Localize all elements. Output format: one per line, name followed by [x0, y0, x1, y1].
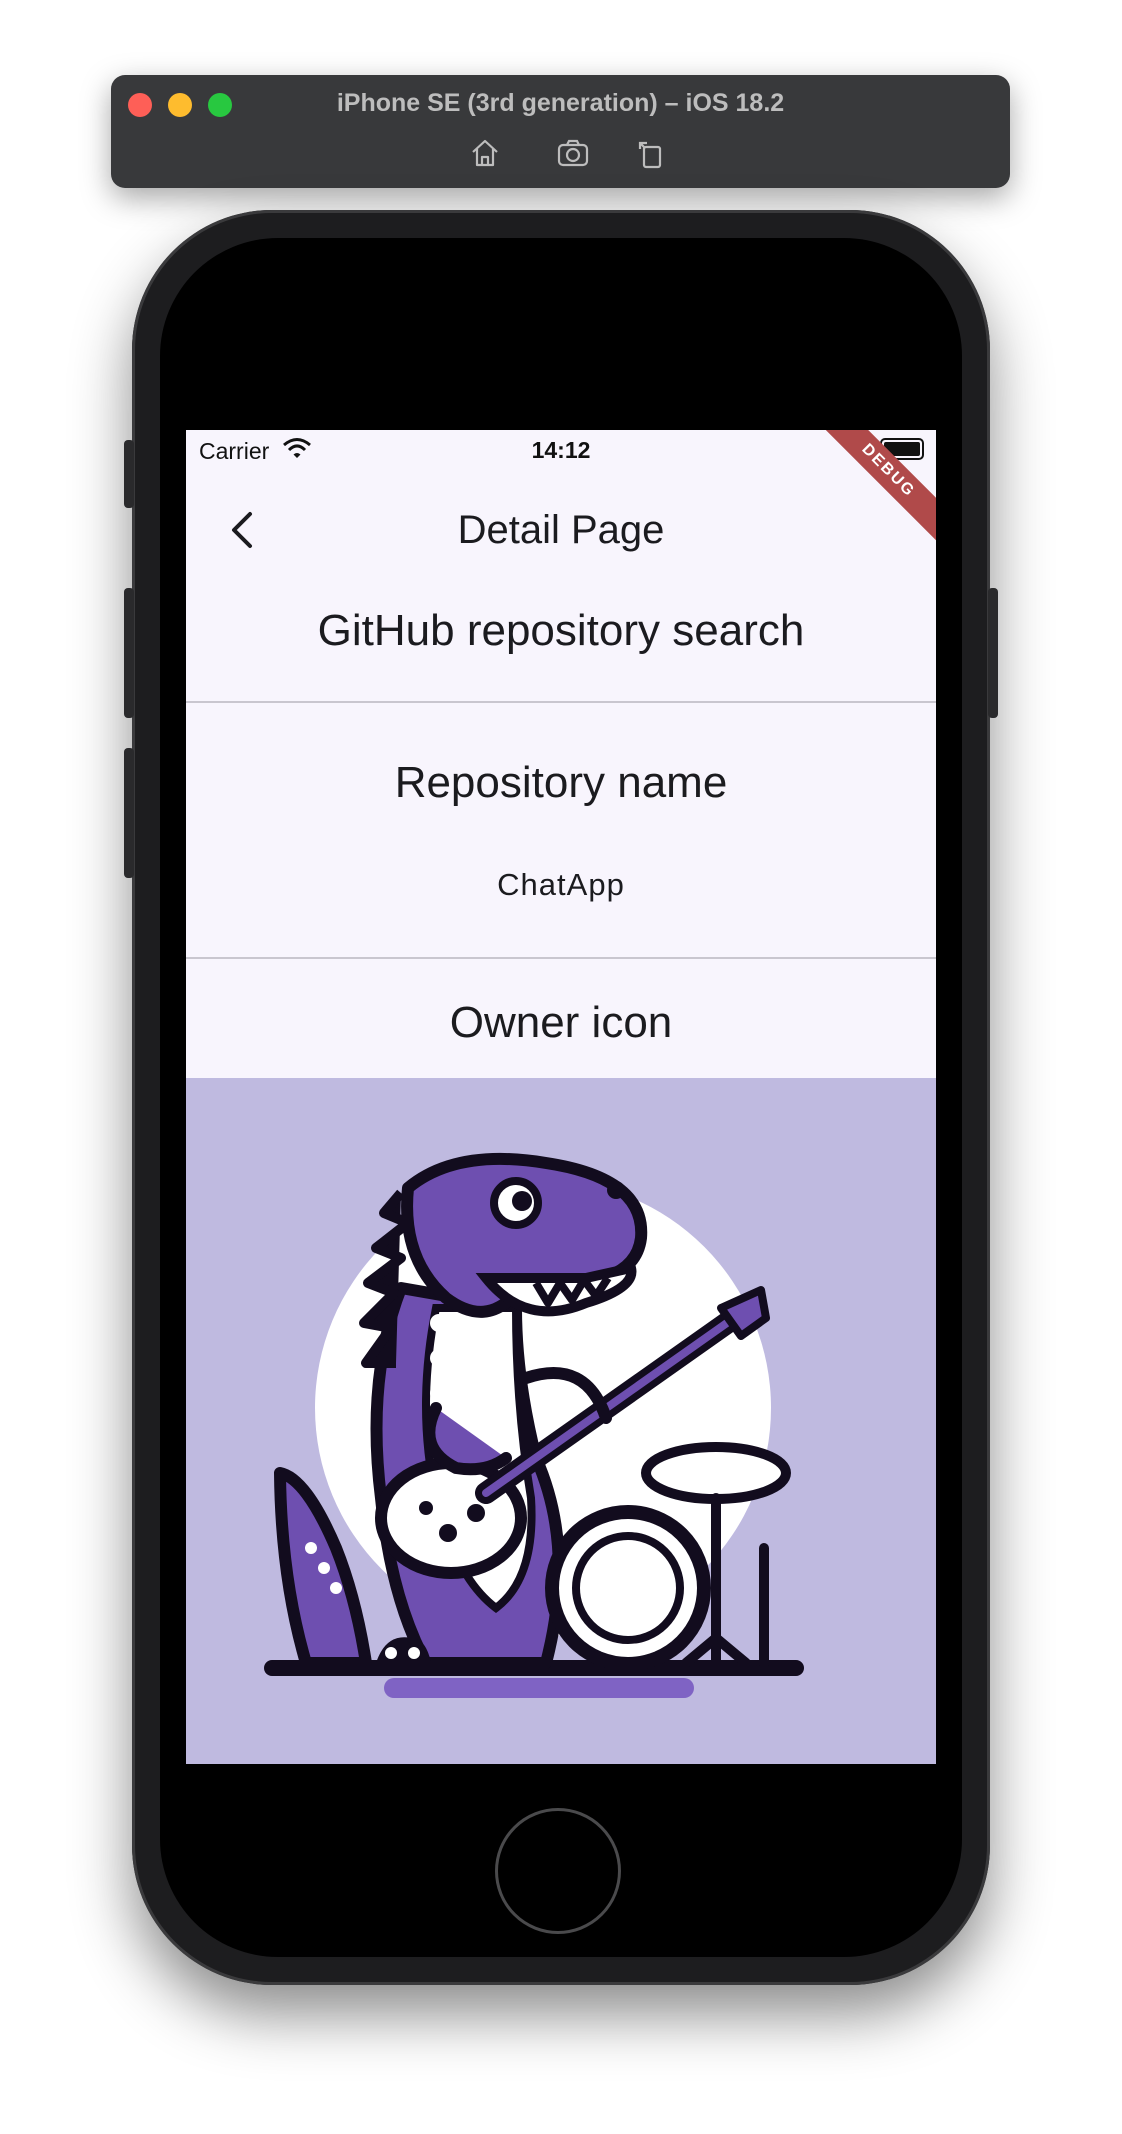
home-icon[interactable] — [467, 135, 503, 171]
home-button[interactable] — [495, 1808, 621, 1934]
mute-switch — [124, 440, 134, 508]
divider — [186, 701, 936, 703]
app-screen: Carrier 14:12 DEBUG Detail Page GitHub r… — [186, 430, 936, 1764]
owner-avatar-image — [186, 1078, 936, 1764]
repository-name-value: ChatApp — [497, 867, 625, 902]
owner-icon-label: Owner icon — [449, 998, 673, 1047]
volume-up-button — [124, 588, 134, 718]
divider — [186, 957, 936, 959]
status-time: 14:12 — [531, 437, 591, 463]
status-bar: Carrier 14:12 — [186, 430, 936, 470]
app-bar-title: Detail Page — [457, 508, 665, 552]
simulator-toolbar — [111, 135, 1010, 171]
screenshot-icon[interactable] — [555, 135, 591, 171]
simulator-title: iPhone SE (3rd generation) – iOS 18.2 — [336, 89, 785, 117]
app-bar: Detail Page — [186, 490, 936, 570]
repository-name-label: Repository name — [394, 758, 728, 807]
rotate-icon[interactable] — [633, 135, 669, 171]
page-heading: GitHub repository search — [317, 606, 805, 655]
power-button — [988, 588, 998, 718]
volume-down-button — [124, 748, 134, 878]
dinosaur-drummer-illustration — [264, 1152, 804, 1698]
simulator-title-bar: iPhone SE (3rd generation) – iOS 18.2 — [111, 75, 1010, 188]
